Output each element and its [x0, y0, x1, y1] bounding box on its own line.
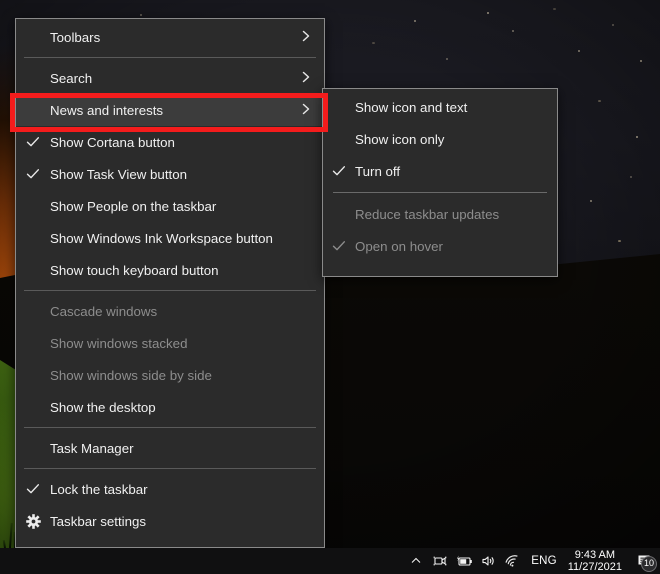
menu-item-show-icon-and-text[interactable]: Show icon and text — [323, 91, 557, 123]
menu-separator — [24, 427, 316, 428]
menu-separator — [333, 192, 547, 193]
clock-time: 9:43 AM — [574, 548, 616, 561]
menu-separator — [24, 57, 316, 58]
language-indicator[interactable]: ENG — [524, 555, 564, 567]
menu-item-show-windows-side: Show windows side by side — [16, 359, 324, 391]
check-icon — [16, 136, 50, 148]
menu-item-toolbars[interactable]: Toolbars — [16, 21, 324, 53]
menu-item-reduce-taskbar-updates: Reduce taskbar updates — [323, 198, 557, 230]
news-and-interests-submenu[interactable]: Show icon and text Show icon only Turn off… — [322, 88, 558, 277]
menu-item-label: Taskbar settings — [50, 513, 147, 529]
submenu-arrow-icon — [298, 71, 314, 86]
menu-item-cascade-windows: Cascade windows — [16, 295, 324, 327]
check-icon — [16, 483, 50, 495]
menu-item-label: Show People on the taskbar — [50, 198, 217, 214]
menu-item-label: Toolbars — [50, 29, 101, 45]
menu-item-label: Task Manager — [50, 440, 134, 456]
action-center-icon[interactable]: 10 — [630, 548, 660, 574]
clock[interactable]: 9:43 AM 11/27/2021 — [564, 549, 630, 574]
taskbar-context-menu[interactable]: Toolbars Search News and interests Show Cor… — [15, 18, 325, 548]
menu-item-label: Show icon and text — [355, 99, 468, 115]
menu-item-show-icon-only[interactable]: Show icon only — [323, 123, 557, 155]
menu-item-label: Show Cortana button — [50, 134, 175, 150]
menu-item-turn-off[interactable]: Turn off — [323, 155, 557, 187]
menu-item-label: Show the desktop — [50, 399, 156, 415]
menu-item-label: Show touch keyboard button — [50, 262, 219, 278]
menu-item-task-manager[interactable]: Task Manager — [16, 432, 324, 464]
wifi-icon[interactable] — [500, 548, 524, 574]
menu-item-show-task-view[interactable]: Show Task View button — [16, 158, 324, 190]
menu-item-label: Open on hover — [355, 238, 443, 254]
clock-date: 11/27/2021 — [567, 561, 622, 573]
speaker-icon[interactable] — [476, 548, 500, 574]
menu-item-show-cortana[interactable]: Show Cortana button — [16, 126, 324, 158]
submenu-arrow-icon — [298, 103, 314, 118]
camera-icon[interactable] — [428, 548, 452, 574]
menu-item-open-on-hover: Open on hover — [323, 230, 557, 262]
menu-item-search[interactable]: Search — [16, 62, 324, 94]
menu-item-label: Show Windows Ink Workspace button — [50, 230, 273, 246]
menu-item-label: Reduce taskbar updates — [355, 206, 500, 222]
menu-item-label: Search — [50, 70, 93, 86]
menu-item-label: Show Task View button — [50, 166, 187, 182]
menu-item-label: Show windows stacked — [50, 335, 188, 351]
menu-item-show-windows-stacked: Show windows stacked — [16, 327, 324, 359]
menu-item-label: News and interests — [50, 102, 164, 118]
chevron-up-icon[interactable] — [404, 548, 428, 574]
menu-item-taskbar-settings[interactable]: Taskbar settings — [16, 505, 324, 537]
menu-item-label: Turn off — [355, 163, 401, 179]
system-tray[interactable]: ENG 9:43 AM 11/27/2021 10 — [404, 548, 660, 574]
menu-item-lock-the-taskbar[interactable]: Lock the taskbar — [16, 473, 324, 505]
submenu-arrow-icon — [298, 30, 314, 45]
menu-item-show-ink-workspace[interactable]: Show Windows Ink Workspace button — [16, 222, 324, 254]
menu-item-label: Cascade windows — [50, 303, 158, 319]
menu-item-show-the-desktop[interactable]: Show the desktop — [16, 391, 324, 423]
gear-icon — [16, 513, 50, 529]
taskbar[interactable]: ENG 9:43 AM 11/27/2021 10 — [0, 548, 660, 574]
menu-item-label: Show windows side by side — [50, 367, 212, 383]
screen: Toolbars Search News and interests Show Cor… — [0, 0, 660, 574]
menu-item-show-people[interactable]: Show People on the taskbar — [16, 190, 324, 222]
notification-badge: 10 — [641, 556, 657, 572]
check-icon — [323, 165, 355, 177]
menu-item-show-touch-keyboard[interactable]: Show touch keyboard button — [16, 254, 324, 286]
check-icon — [323, 240, 355, 252]
menu-separator — [24, 468, 316, 469]
menu-item-news-and-interests[interactable]: News and interests — [16, 94, 324, 126]
battery-charging-icon[interactable] — [452, 548, 476, 574]
menu-separator — [24, 290, 316, 291]
menu-item-label: Lock the taskbar — [50, 481, 148, 497]
menu-item-label: Show icon only — [355, 131, 445, 147]
check-icon — [16, 168, 50, 180]
